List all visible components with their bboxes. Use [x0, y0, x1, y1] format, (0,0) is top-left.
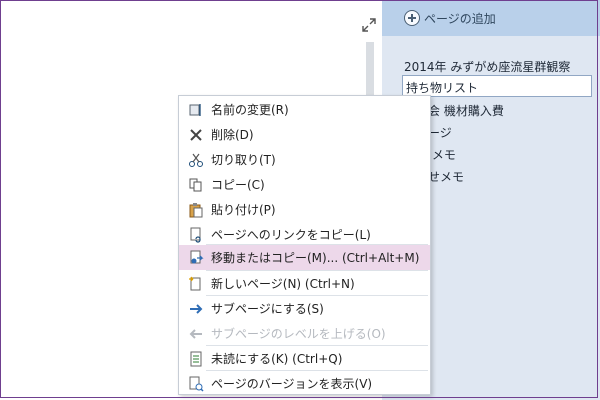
cut-icon — [184, 151, 208, 169]
link-icon — [184, 226, 208, 244]
menu-item-make-subpage[interactable]: サブページにする(S) — [179, 296, 430, 321]
menu-item-mark-unread[interactable]: 未読にする(K) (Ctrl+Q) — [179, 346, 430, 371]
copy-icon — [184, 176, 208, 194]
menu-item-delete[interactable]: 削除(D) — [179, 122, 430, 147]
menu-item-label: サブページにする(S) — [211, 302, 324, 316]
add-page-icon — [404, 10, 420, 26]
menu-item-move-or-copy[interactable]: 移動またはコピー(M)... (Ctrl+Alt+M) — [179, 245, 430, 270]
menu-item-rename[interactable]: 名前の変更(R) — [179, 97, 430, 122]
expand-icon[interactable] — [362, 18, 376, 32]
new-page-icon — [184, 275, 208, 293]
menu-item-label: 削除(D) — [211, 128, 254, 142]
context-menu: 名前の変更(R) 削除(D) 切り取り(T) コピー(C) 貼り付け(P) ペー… — [178, 95, 431, 395]
add-page-label: ページの追加 — [424, 11, 496, 26]
menu-item-new-page[interactable]: 新しいページ(N) (Ctrl+N) — [179, 271, 430, 296]
menu-item-label: 名前の変更(R) — [211, 103, 289, 117]
menu-item-label: 切り取り(T) — [211, 153, 276, 167]
paste-icon — [184, 201, 208, 219]
menu-item-promote-subpage: サブページのレベルを上げる(O) — [179, 321, 430, 346]
menu-item-label: コピー(C) — [211, 178, 265, 192]
delete-icon — [184, 126, 208, 144]
make-subpage-icon — [184, 300, 208, 318]
menu-item-label: ページのバージョンを表示(V) — [211, 377, 373, 391]
mark-unread-icon — [184, 350, 208, 368]
menu-item-paste[interactable]: 貼り付け(P) — [179, 197, 430, 222]
menu-item-label: 未読にする(K) (Ctrl+Q) — [211, 352, 343, 366]
add-page-button[interactable]: ページの追加 — [404, 9, 496, 27]
page-versions-icon — [184, 375, 208, 393]
menu-item-label: 貼り付け(P) — [211, 203, 276, 217]
menu-item-label: 新しいページ(N) (Ctrl+N) — [211, 277, 355, 291]
menu-item-label: 移動またはコピー(M)... (Ctrl+Alt+M) — [211, 251, 420, 265]
menu-item-copy[interactable]: コピー(C) — [179, 172, 430, 197]
menu-item-label: サブページのレベルを上げる(O) — [211, 327, 386, 341]
rename-icon — [184, 101, 208, 119]
page-list-item-selected[interactable]: 持ち物リスト — [402, 75, 592, 97]
move-copy-icon — [184, 249, 208, 267]
menu-item-page-versions[interactable]: ページのバージョンを表示(V) — [179, 371, 430, 396]
promote-subpage-icon — [184, 325, 208, 343]
menu-item-cut[interactable]: 切り取り(T) — [179, 147, 430, 172]
page-pane-header: ページの追加 — [382, 0, 600, 36]
menu-item-label: ページへのリンクをコピー(L) — [211, 228, 371, 242]
page-list-item[interactable]: 2014年 みずがめ座流星群観察 — [404, 58, 570, 75]
